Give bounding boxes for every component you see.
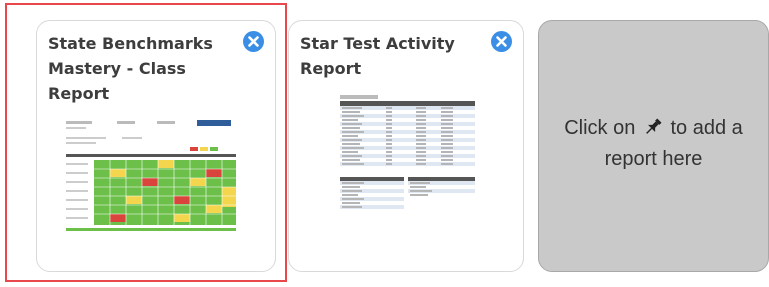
add-report-slot[interactable]: Click on to add a report here <box>538 20 769 272</box>
report-card-state-benchmarks[interactable]: State Benchmarks Mastery - Class Report <box>36 20 276 272</box>
instruction-text-before: Click on <box>564 117 636 139</box>
add-report-instructions: Click on to add a report here <box>539 113 768 175</box>
report-card-star-test-activity[interactable]: Star Test Activity Report <box>288 20 524 272</box>
report-card-title: State Benchmarks Mastery - Class Report <box>48 34 213 103</box>
report-thumbnail <box>336 93 477 217</box>
pushpin-icon <box>642 116 664 136</box>
report-card-title: Star Test Activity Report <box>300 34 455 78</box>
report-thumbnail <box>62 117 240 237</box>
close-icon[interactable] <box>491 31 512 52</box>
close-icon[interactable] <box>243 31 264 52</box>
